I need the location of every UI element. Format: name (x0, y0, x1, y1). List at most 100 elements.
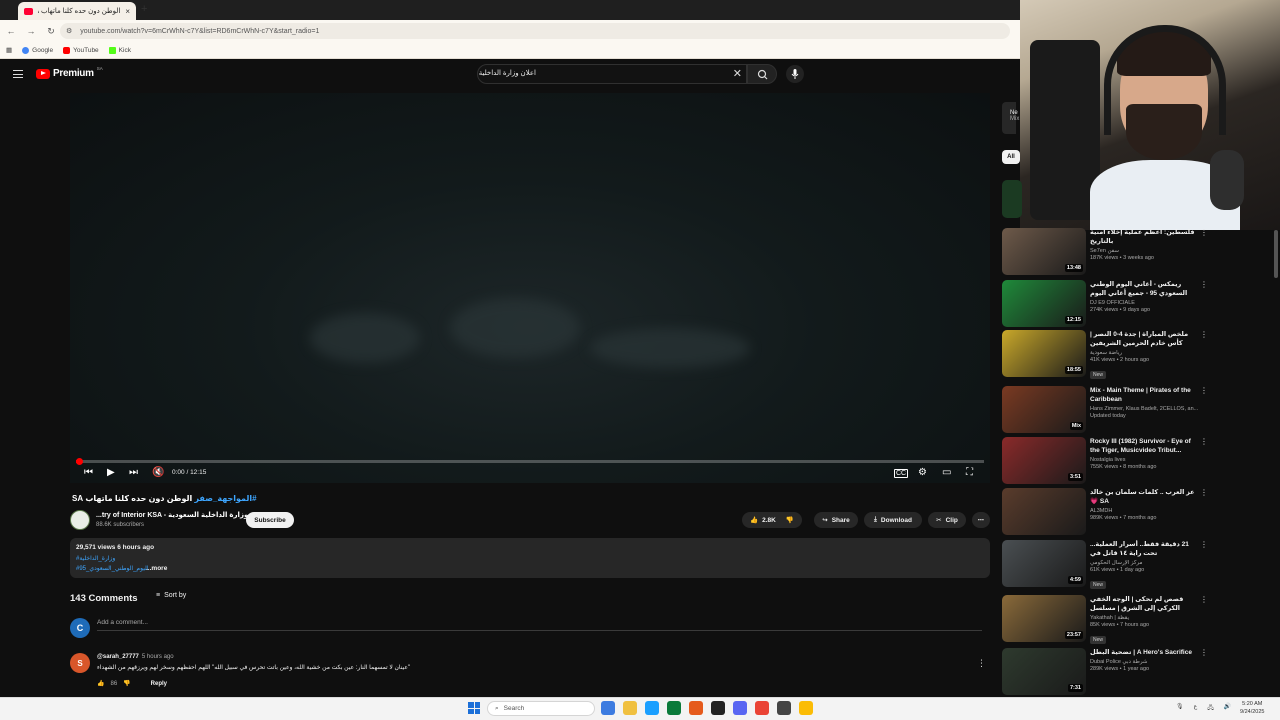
comment-dislike-icon[interactable]: 👎 (123, 680, 130, 687)
taskbar-steam-icon[interactable] (645, 701, 659, 715)
more-vertical-icon[interactable]: ⋮ (1200, 280, 1208, 289)
search-button[interactable] (747, 64, 777, 84)
download-button[interactable]: ⤓ Download (864, 512, 922, 528)
site-info-icon[interactable]: ⚙ (66, 27, 72, 35)
language-indicator-icon[interactable]: ع (1194, 703, 1198, 713)
progress-scrubber[interactable] (75, 458, 83, 465)
next-icon[interactable]: ⏭ (129, 467, 138, 478)
video-title[interactable]: Rocky III (1982) Survivor - Eye of the T… (1090, 437, 1202, 455)
recommendation-item[interactable]: 18:55 ملخص المباراة | جدة 4-0 النصر | كأس… (1002, 330, 1272, 379)
sort-comments-button[interactable]: ≡ Sort by (156, 592, 186, 599)
chip-all[interactable]: All (1002, 150, 1020, 164)
video-title[interactable]: عز العرب .. كلمات سلمان بن خالد SA 💗 (1090, 488, 1202, 506)
channel-avatar[interactable] (70, 510, 90, 530)
more-vertical-icon[interactable]: ⋮ (1200, 488, 1208, 497)
apps-icon[interactable]: ▦ (6, 46, 12, 54)
video-thumbnail-partial[interactable] (1002, 180, 1022, 218)
more-vertical-icon[interactable]: ⋮ (1200, 330, 1208, 339)
video-title[interactable]: ريمكس - أغاني اليوم الوطني السعودي 95 - … (1090, 280, 1202, 298)
video-channel[interactable]: Hans Zimmer, Klaus Badelt, 2CELLOS, an..… (1090, 406, 1202, 412)
video-title[interactable]: 21 دقيقة فقط.. أسرار العملية... تحت راية… (1090, 540, 1202, 558)
volume-icon[interactable]: 🔊 (1224, 703, 1231, 713)
taskbar-search[interactable]: ⌕ Search (487, 701, 595, 716)
youtube-logo[interactable]: Premium SA (36, 66, 103, 79)
video-title[interactable]: Mix - Main Theme | Pirates of the Caribb… (1090, 386, 1202, 404)
clip-button[interactable]: ✂ Clip (928, 512, 966, 528)
clear-search-icon[interactable]: ✕ (733, 67, 742, 80)
reply-button[interactable]: Reply (151, 681, 167, 687)
microphone-tray-icon[interactable]: 🎙 (1176, 703, 1184, 713)
windows-start-icon[interactable] (468, 702, 480, 714)
new-tab-icon[interactable]: + (141, 3, 147, 15)
close-tab-icon[interactable]: × (125, 7, 130, 16)
video-progress-bar[interactable] (75, 458, 984, 465)
search-input[interactable]: اعلان وزارة الداخلية ✕ (477, 64, 747, 84)
video-thumbnail[interactable]: Mix (1002, 386, 1086, 433)
video-player[interactable] (70, 93, 990, 483)
video-thumbnail[interactable]: 3:51 (1002, 437, 1086, 484)
address-bar[interactable]: ⚙ youtube.com/watch?v=6mCrWhN-c7Y&list=R… (60, 23, 1010, 39)
network-icon[interactable]: 🖧 (1207, 703, 1214, 713)
video-thumbnail[interactable]: 13:48 (1002, 228, 1086, 275)
recommendation-item[interactable]: 12:15 ريمكس - أغاني اليوم الوطني السعودي … (1002, 280, 1272, 328)
description-box[interactable]: 29,571 views 6 hours ago #وزارة_الداخلية… (70, 538, 990, 578)
comment-more-icon[interactable]: ⋮ (977, 658, 986, 669)
taskbar-obs-icon[interactable] (777, 701, 791, 715)
taskbar-firefox-icon[interactable] (689, 701, 703, 715)
more-vertical-icon[interactable]: ⋮ (1200, 595, 1208, 604)
video-channel[interactable]: DJ E9 OFFICIALE (1090, 300, 1202, 306)
video-thumbnail[interactable]: 7:31 (1002, 648, 1086, 695)
bookmark-kick[interactable]: Kick (108, 46, 131, 54)
previous-icon[interactable]: ⏮ (84, 467, 93, 478)
comment-like-icon[interactable]: 👍 (97, 680, 104, 687)
title-hashtags[interactable]: #المواجهة_صفر (194, 494, 256, 503)
bookmark-google[interactable]: Google (22, 46, 53, 54)
video-thumbnail[interactable]: 23:57 (1002, 595, 1086, 642)
taskbar-excel-icon[interactable] (667, 701, 681, 715)
more-vertical-icon[interactable]: ⋮ (1200, 386, 1208, 395)
mix-card-partial[interactable]: Ne Mix (1002, 102, 1019, 134)
video-title[interactable]: A Hero's Sacrifice | تضحية البطل (1090, 648, 1202, 657)
video-title[interactable]: فلسطين: اعظم عملية إخلاء امنية بالتاريخ (1090, 228, 1202, 246)
captions-icon[interactable]: CC (894, 469, 909, 478)
more-vertical-icon[interactable]: ⋮ (1200, 648, 1208, 657)
recommendation-item[interactable]: عز العرب .. كلمات سلمان بن خالد SA 💗 AL3M… (1002, 488, 1272, 536)
video-thumbnail[interactable]: 12:15 (1002, 280, 1086, 327)
dislike-icon[interactable]: 👎 (786, 516, 794, 524)
video-channel[interactable]: Nostalgia lives (1090, 457, 1202, 463)
recommendation-item[interactable]: 4:59 21 دقيقة فقط.. أسرار العملية... تحت … (1002, 540, 1272, 589)
settings-gear-icon[interactable]: ⚙ (918, 467, 927, 478)
channel-name[interactable]: ...try of Interior KSA - وزارة الداخلية … (96, 511, 248, 519)
mute-icon[interactable]: 🔇 (152, 467, 164, 478)
menu-icon[interactable] (13, 70, 23, 81)
description-hashtag[interactable]: #وزارة_الداخلية (76, 555, 115, 562)
more-actions-button[interactable]: ⋯ (972, 512, 990, 528)
share-button[interactable]: ↪ Share (814, 512, 858, 528)
like-icon[interactable]: 👍 (750, 516, 758, 524)
video-thumbnail[interactable]: 4:59 (1002, 540, 1086, 587)
recommendation-item[interactable]: 23:57 قصص لم تحكى | الوجه الخفي الكركي إل… (1002, 595, 1272, 644)
recommendation-item[interactable]: Mix Mix - Main Theme | Pirates of the Car… (1002, 386, 1272, 434)
back-icon[interactable]: ← (6, 26, 16, 36)
voice-search-button[interactable] (786, 65, 804, 83)
video-channel[interactable]: AL3MDH (1090, 508, 1202, 514)
show-more-link[interactable]: ...more (146, 565, 167, 572)
reload-icon[interactable]: ↻ (46, 26, 56, 37)
browser-tab-active[interactable]: الوطن دون حده كلنا ماتهاب SA × (18, 2, 136, 20)
taskbar-chrome-icon[interactable] (755, 701, 769, 715)
video-title[interactable]: ملخص المباراة | جدة 4-0 النصر | كأس خادم… (1090, 330, 1202, 348)
more-vertical-icon[interactable]: ⋮ (1200, 540, 1208, 549)
video-channel[interactable]: Yakathah | يقظة (1090, 615, 1202, 621)
description-hashtag[interactable]: #اليوم_الوطني_السعودي_95 (76, 565, 149, 572)
commenter-avatar[interactable]: S (70, 653, 90, 673)
recommendation-item[interactable]: 3:51 Rocky III (1982) Survivor - Eye of t… (1002, 437, 1272, 485)
add-comment-input[interactable]: Add a comment... (97, 619, 982, 631)
video-channel[interactable]: Se7en سفن (1090, 248, 1202, 254)
video-title[interactable]: قصص لم تحكى | الوجه الخفي الكركي إلى الش… (1090, 595, 1202, 613)
recommendation-item[interactable]: 7:31 A Hero's Sacrifice | تضحية البطل Duba… (1002, 648, 1272, 696)
video-channel[interactable]: Dubai Police شرطة دبي (1090, 659, 1202, 665)
taskbar-file-explorer-icon[interactable] (623, 701, 637, 715)
theater-mode-icon[interactable]: ▭ (942, 467, 951, 478)
bookmark-youtube[interactable]: YouTube (63, 46, 99, 54)
video-thumbnail[interactable]: 18:55 (1002, 330, 1086, 377)
